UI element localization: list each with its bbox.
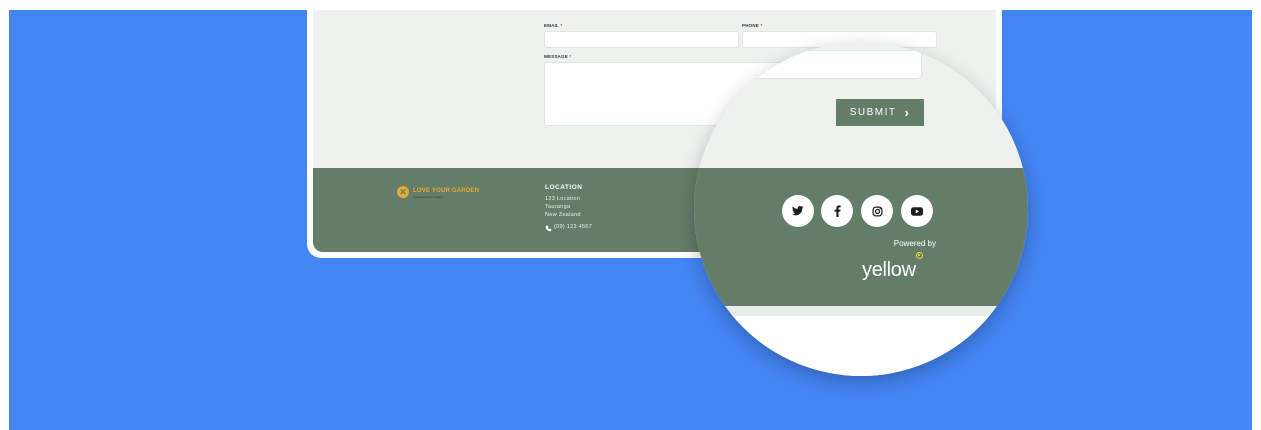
zoomed-page-edge <box>694 316 1028 376</box>
address-line: 123 Location <box>545 196 581 202</box>
submit-label: SUBMIT <box>849 107 897 118</box>
location-heading: LOCATION <box>545 184 583 191</box>
phone-icon <box>545 225 552 232</box>
blue-background: EMAIL * PHONE * MESSAGE * ✕ LOVE YOUR GA… <box>9 10 1252 430</box>
message-label: MESSAGE * <box>544 54 572 59</box>
logo-tagline: Gardening Tools & Supply <box>413 196 443 199</box>
facebook-icon[interactable] <box>821 195 853 227</box>
phone-label: PHONE * <box>742 23 763 28</box>
email-label: EMAIL * <box>544 23 563 28</box>
yellow-brand-logo[interactable]: yellow <box>862 259 916 282</box>
message-field-zoomed[interactable] <box>694 50 922 79</box>
zoomed-bottom-bar <box>694 306 1028 316</box>
logo-text[interactable]: LOVE YOUR GARDEN <box>413 188 479 194</box>
phone-number[interactable]: (09) 123 4567 <box>554 224 592 230</box>
address-line: Tauranga <box>545 204 571 210</box>
youtube-icon[interactable] <box>901 195 933 227</box>
yellow-dot-icon <box>916 252 923 259</box>
powered-by-text: Powered by <box>893 239 936 248</box>
twitter-icon[interactable] <box>782 195 814 227</box>
email-field[interactable] <box>544 31 739 48</box>
garden-logo-icon[interactable]: ✕ <box>397 186 409 198</box>
instagram-icon[interactable] <box>861 195 893 227</box>
address-line: New Zealand <box>545 212 581 218</box>
zoomed-footer: Powered by yellow <box>694 168 1028 306</box>
submit-button[interactable]: SUBMIT › <box>836 99 924 126</box>
zoom-magnifier: SUBMIT › Powered by yellow <box>694 42 1028 376</box>
chevron-right-icon: › <box>904 105 911 120</box>
